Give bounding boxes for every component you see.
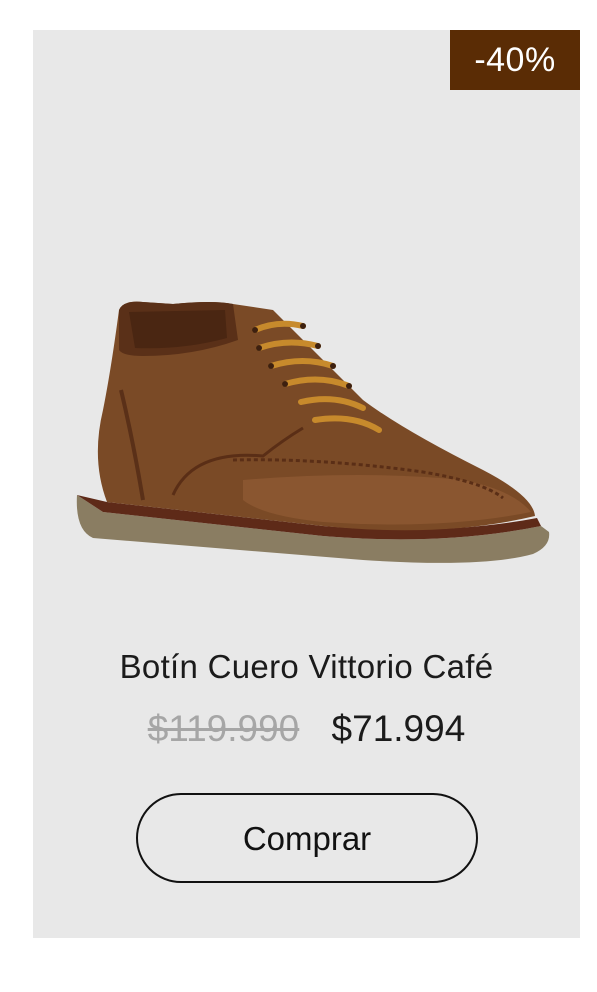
buy-button[interactable]: Comprar [136,793,478,883]
original-price: $119.990 [147,708,300,749]
price-row: $119.990 $71.994 [33,708,580,750]
product-title[interactable]: Botín Cuero Vittorio Café [33,648,580,686]
sale-price: $71.994 [331,708,466,749]
boot-icon [76,301,550,563]
discount-badge: -40% [450,30,580,90]
product-card[interactable]: -40% Botín Cuero Vittorio Café $119.990 … [33,30,580,938]
product-image[interactable] [63,260,553,620]
